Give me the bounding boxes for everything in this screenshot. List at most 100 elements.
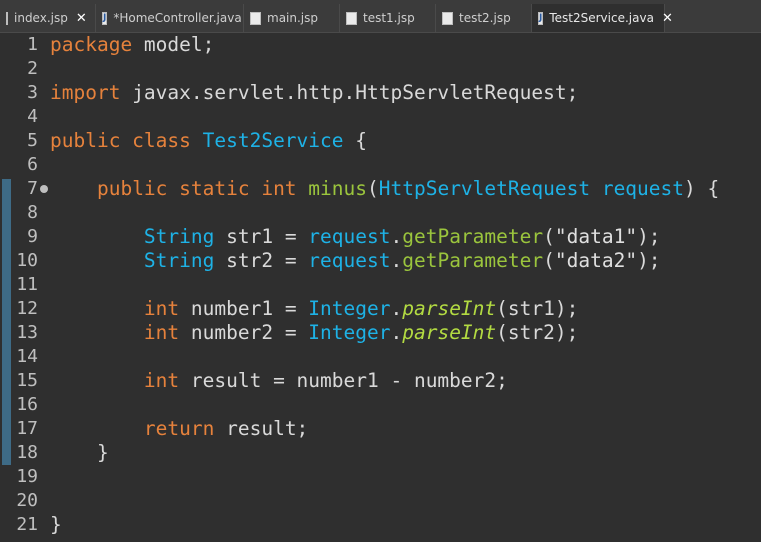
- code-token: package: [50, 33, 133, 56]
- tab-label: *HomeController.java: [113, 11, 242, 25]
- tab-homecontroller-java[interactable]: J *HomeController.java: [96, 4, 244, 32]
- code-token: javax.servlet.http.HttpServletRequest;: [120, 81, 579, 104]
- code-text: String str1 = request.getParameter("data…: [50, 225, 661, 249]
- code-token: Test2Service: [202, 129, 344, 152]
- code-line: int number2 = Integer.parseInt(str2);: [0, 321, 761, 345]
- code-token: ) {: [684, 177, 720, 200]
- java-file-icon: J: [102, 11, 108, 25]
- code-token: public class: [50, 129, 203, 152]
- code-token: request: [308, 225, 391, 248]
- jsp-file-icon: [6, 11, 8, 25]
- code-token: }: [50, 513, 62, 536]
- code-token: result;: [214, 417, 309, 440]
- code-token: .: [390, 297, 403, 320]
- code-line: import javax.servlet.http.HttpServletReq…: [0, 81, 761, 105]
- code-text: String str2 = request.getParameter("data…: [50, 249, 661, 273]
- code-token: .: [390, 321, 403, 344]
- code-token: Integer: [308, 297, 391, 320]
- code-line: String str2 = request.getParameter("data…: [0, 249, 761, 273]
- code-text: return result;: [50, 417, 308, 441]
- tab-test2-jsp[interactable]: test2.jsp: [436, 4, 532, 32]
- code-token: request: [601, 177, 685, 200]
- code-token: int: [143, 369, 180, 392]
- code-token: .: [390, 225, 403, 248]
- code-token: public static int: [96, 177, 309, 200]
- code-text: public static int minus(HttpServletReque…: [50, 177, 719, 201]
- code-token: getParameter: [402, 249, 544, 272]
- code-token: return: [143, 417, 215, 440]
- java-file-icon: J: [538, 11, 544, 25]
- jsp-file-icon: [442, 11, 453, 25]
- editor-tab-bar: index.jsp ✕ J *HomeController.java main.jsp t…: [0, 0, 761, 33]
- jsp-file-icon: [346, 11, 357, 25]
- code-token: number1 =: [179, 297, 309, 320]
- code-line: public class Test2Service {: [0, 129, 761, 153]
- tab-label: test2.jsp: [459, 11, 511, 25]
- code-token: );: [637, 225, 661, 248]
- code-token: parseInt: [402, 321, 497, 344]
- code-token: parseInt: [402, 297, 497, 320]
- code-token: String: [143, 225, 215, 248]
- code-editor[interactable]: 1 2 3 4 5 6 7 8 9 10 11 12 13 14 15 16 17 18 19 20 21 packag…: [0, 33, 761, 542]
- code-token: (: [543, 225, 555, 248]
- code-token: number2 =: [179, 321, 309, 344]
- tab-label: Test2Service.java: [549, 11, 654, 25]
- code-token: str1 =: [214, 225, 309, 248]
- code-line: String str1 = request.getParameter("data…: [0, 225, 761, 249]
- tab-label: main.jsp: [267, 11, 318, 25]
- code-token: getParameter: [402, 225, 544, 248]
- code-token: Integer: [308, 321, 391, 344]
- code-token: import: [50, 81, 121, 104]
- tab-index-jsp[interactable]: index.jsp ✕: [0, 4, 96, 32]
- tab-test2service-java[interactable]: J Test2Service.java ✕: [532, 4, 673, 32]
- code-token: {: [343, 129, 367, 152]
- code-token: HttpServletRequest: [378, 177, 591, 200]
- close-icon[interactable]: ✕: [76, 11, 87, 26]
- code-line: }: [0, 513, 761, 537]
- code-line: }: [0, 441, 761, 465]
- code-text: import javax.servlet.http.HttpServletReq…: [50, 81, 578, 105]
- tab-test1-jsp[interactable]: test1.jsp: [340, 4, 436, 32]
- code-token: (str1);: [496, 297, 579, 320]
- code-text: }: [50, 513, 62, 537]
- code-token: int: [143, 321, 180, 344]
- code-token: str2 =: [214, 249, 309, 272]
- code-text: }: [50, 441, 109, 465]
- code-text: package model;: [50, 33, 214, 57]
- code-text: int number2 = Integer.parseInt(str2);: [50, 321, 578, 345]
- code-text: int number1 = Integer.parseInt(str1);: [50, 297, 578, 321]
- code-token: (: [367, 177, 379, 200]
- code-token: model;: [132, 33, 215, 56]
- code-token: );: [637, 249, 661, 272]
- code-line: int result = number1 - number2;: [0, 369, 761, 393]
- tab-label: test1.jsp: [363, 11, 415, 25]
- code-token: .: [390, 249, 403, 272]
- tab-main-jsp[interactable]: main.jsp: [244, 4, 340, 32]
- code-text: int result = number1 - number2;: [50, 369, 508, 393]
- code-line: return result;: [0, 417, 761, 441]
- tab-label: index.jsp: [14, 11, 68, 25]
- code-line: int number1 = Integer.parseInt(str1);: [0, 297, 761, 321]
- code-token: "data1": [554, 225, 638, 248]
- code-line: package model;: [0, 33, 761, 57]
- code-token: minus: [308, 177, 367, 200]
- code-token: (: [543, 249, 555, 272]
- jsp-file-icon: [250, 11, 261, 25]
- close-icon[interactable]: ✕: [662, 11, 673, 26]
- code-token: String: [143, 249, 215, 272]
